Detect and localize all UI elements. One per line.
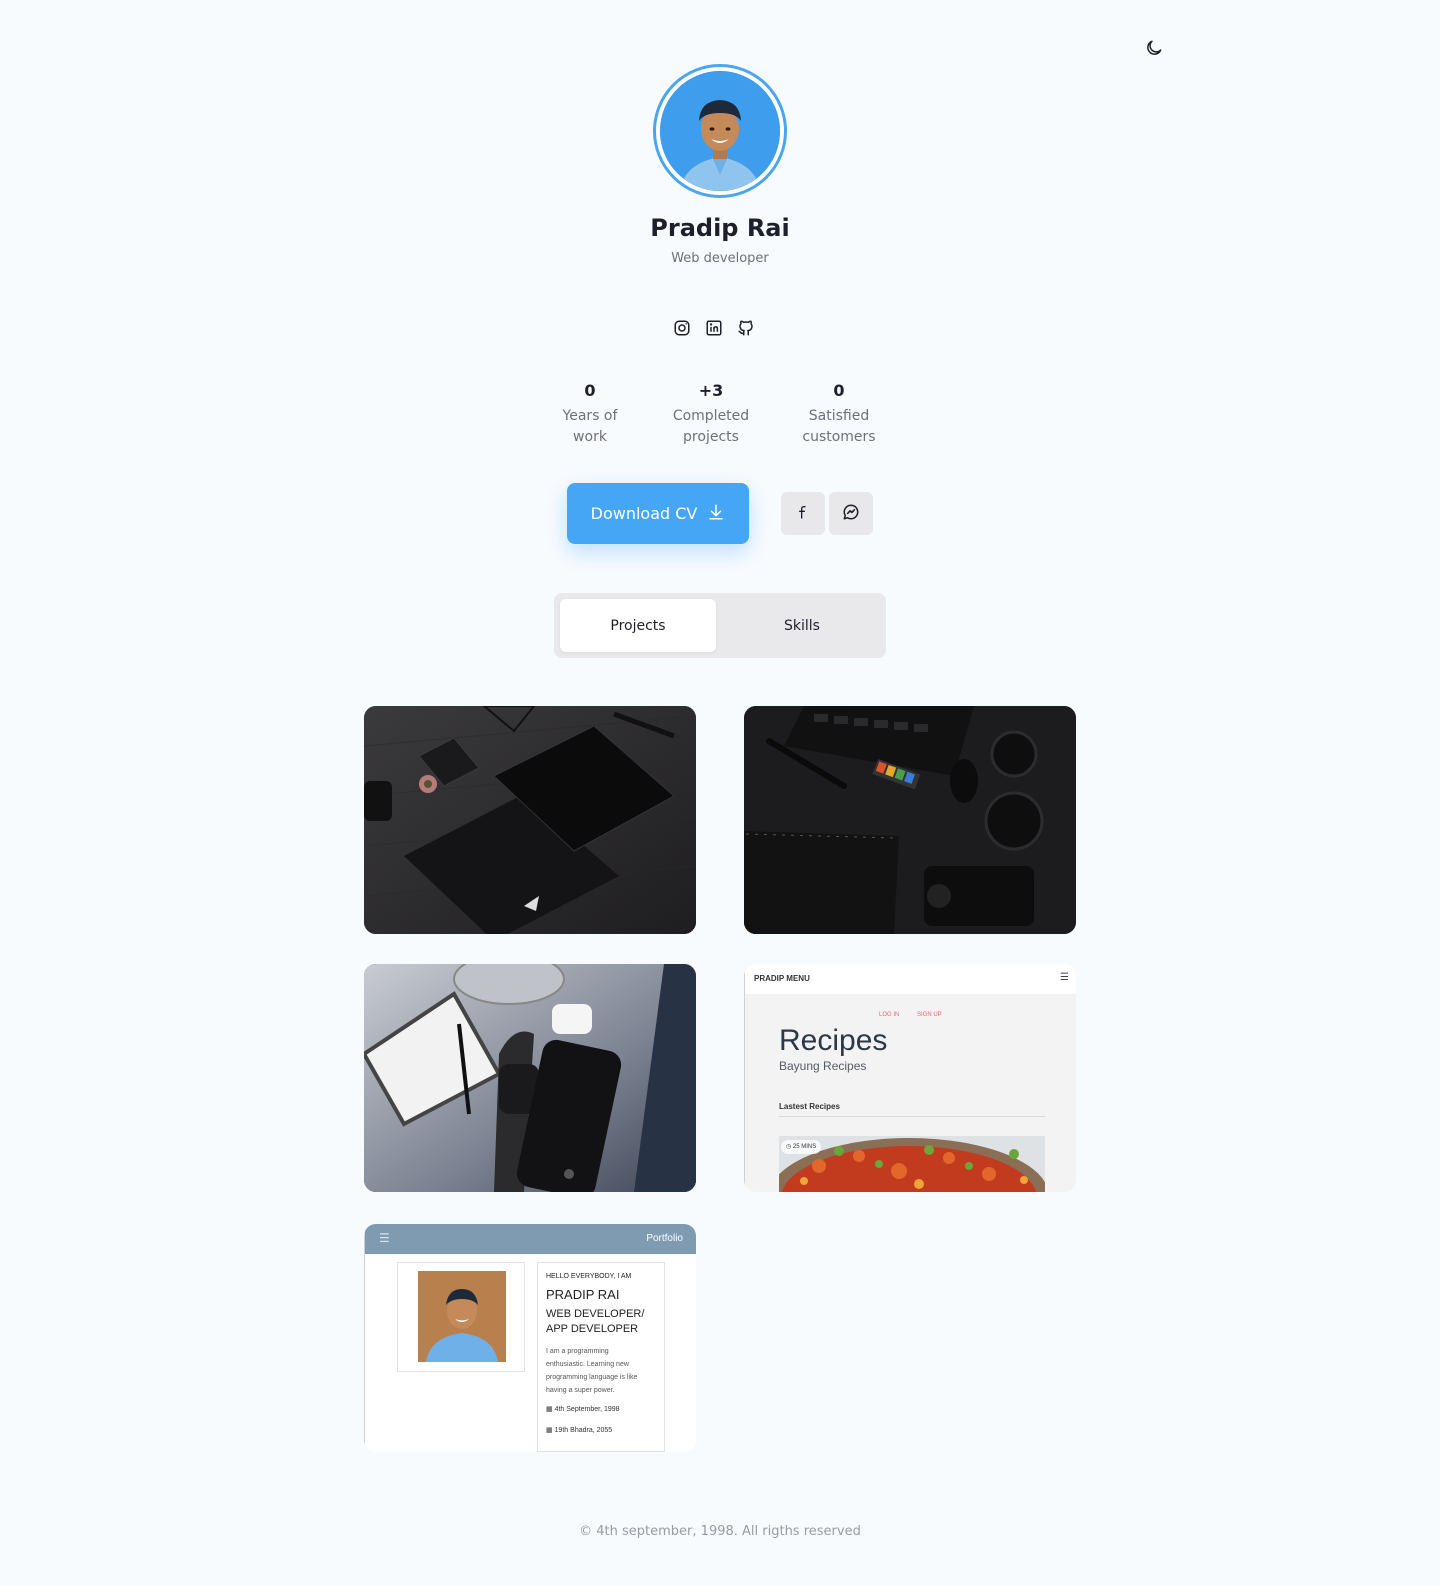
stat-value: +3 bbox=[698, 381, 724, 400]
stat-value: 0 bbox=[833, 381, 845, 400]
recipes-title: Recipes bbox=[779, 1024, 888, 1057]
recipes-subtitle: Bayung Recipes bbox=[779, 1059, 867, 1073]
portfolio-preview: ☰ Portfolio HELLO EVERYBODY, I AM PRADIP… bbox=[364, 1224, 696, 1452]
portfolio-bio-line: having a super power. bbox=[546, 1387, 615, 1394]
portfolio-date-text: 19th Bhadra, 2055 bbox=[554, 1427, 613, 1434]
facebook-icon bbox=[795, 504, 811, 524]
stat-label-line: Completed bbox=[672, 408, 750, 424]
project-image-devices bbox=[364, 706, 696, 934]
portfolio-intro-card: HELLO EVERYBODY, I AM PRADIP RAI WEB DEV… bbox=[537, 1262, 665, 1452]
download-cv-label: Download CV bbox=[590, 504, 698, 523]
project-image-workspace bbox=[744, 706, 1076, 934]
portfolio-bio: I am a programming enthusiastic. Learnin… bbox=[546, 1345, 637, 1397]
profile-role: Web developer bbox=[671, 251, 769, 266]
stat-label: Completed projects bbox=[656, 406, 766, 448]
tab-projects[interactable]: Projects bbox=[560, 599, 716, 652]
portfolio-date: ▦ 4th September, 1998 bbox=[546, 1405, 620, 1413]
messenger-button[interactable] bbox=[829, 492, 873, 535]
project-card[interactable] bbox=[364, 964, 696, 1192]
tab-switcher: Projects Skills bbox=[554, 593, 886, 658]
stat-label: Satisfied customers bbox=[784, 406, 894, 448]
recipes-time-label: 25 MINS bbox=[792, 1144, 817, 1150]
download-icon bbox=[707, 503, 725, 525]
stat-years: 0 Years of work bbox=[535, 380, 645, 448]
avatar bbox=[653, 64, 787, 198]
stat-label-line: Years of bbox=[562, 408, 618, 424]
stat-label: Years of work bbox=[535, 406, 645, 448]
download-cv-button[interactable]: Download CV bbox=[567, 483, 749, 544]
recipes-preview: PRADIP MENU ☰ LOG IN SIGN UP Recipes Bay… bbox=[744, 964, 1076, 1192]
stat-label-line: Satisfied bbox=[808, 408, 870, 424]
recipes-food-image: ◷ 25 MINS bbox=[779, 1136, 1045, 1192]
project-card[interactable]: ☰ Portfolio HELLO EVERYBODY, I AM PRADIP… bbox=[364, 1224, 696, 1452]
portfolio-photo bbox=[418, 1271, 506, 1362]
menu-icon: ☰ bbox=[1060, 972, 1069, 983]
instagram-icon[interactable] bbox=[672, 318, 692, 338]
linkedin-icon[interactable] bbox=[704, 318, 724, 338]
portfolio-greeting: HELLO EVERYBODY, I AM bbox=[546, 1273, 632, 1280]
portfolio-photo-card bbox=[397, 1262, 525, 1372]
profile-page: Pradip Rai Web developer 0 Years of work… bbox=[0, 0, 1440, 1586]
menu-icon: ☰ bbox=[379, 1231, 390, 1245]
avatar-photo bbox=[660, 71, 780, 191]
stat-value: 0 bbox=[584, 381, 596, 400]
portfolio-bio-line: enthusiastic. Learning new bbox=[546, 1361, 629, 1368]
recipes-time-badge: ◷ 25 MINS bbox=[781, 1140, 822, 1154]
footer-copyright: © 4th september, 1998. All rigths reserv… bbox=[579, 1524, 861, 1539]
tab-skills[interactable]: Skills bbox=[724, 599, 880, 652]
project-card[interactable] bbox=[744, 706, 1076, 934]
stat-label-line: work bbox=[573, 429, 607, 445]
github-icon[interactable] bbox=[736, 318, 756, 338]
portfolio-role-line: APP DEVELOPER bbox=[546, 1323, 639, 1335]
portfolio-date-text: 4th September, 1998 bbox=[554, 1406, 620, 1413]
recipes-section-title: Lastest Recipes bbox=[779, 1102, 840, 1111]
recipes-signup-link: SIGN UP bbox=[917, 1012, 942, 1018]
portfolio-bio-line: I am a programming bbox=[546, 1348, 609, 1355]
portfolio-nav-title: Portfolio bbox=[646, 1233, 683, 1244]
recipes-brand: PRADIP MENU bbox=[754, 974, 810, 983]
clock-icon: ◷ bbox=[786, 1144, 792, 1150]
calendar-icon: ▦ bbox=[546, 1427, 553, 1434]
project-card[interactable] bbox=[364, 706, 696, 934]
stat-label-line: customers bbox=[802, 429, 876, 445]
project-image-phone-watch bbox=[364, 964, 696, 1192]
portfolio-bio-line: programming language is like bbox=[546, 1374, 638, 1381]
social-links bbox=[672, 318, 756, 338]
calendar-icon: ▦ bbox=[546, 1406, 553, 1413]
project-card[interactable]: PRADIP MENU ☰ LOG IN SIGN UP Recipes Bay… bbox=[744, 964, 1076, 1192]
messenger-icon bbox=[842, 503, 860, 525]
stat-label-line: projects bbox=[683, 429, 739, 445]
profile-name: Pradip Rai bbox=[650, 214, 790, 242]
portfolio-name: PRADIP RAI bbox=[546, 1287, 620, 1302]
stat-customers: 0 Satisfied customers bbox=[784, 380, 894, 448]
portfolio-navbar: ☰ Portfolio bbox=[365, 1224, 696, 1254]
recipes-login-link: LOG IN bbox=[879, 1012, 900, 1018]
theme-toggle-button[interactable] bbox=[1142, 38, 1166, 62]
recipes-divider bbox=[779, 1116, 1045, 1117]
moon-icon bbox=[1144, 38, 1164, 62]
facebook-button[interactable] bbox=[781, 492, 825, 535]
portfolio-date: ▦ 19th Bhadra, 2055 bbox=[546, 1426, 612, 1434]
portfolio-role-line: WEB DEVELOPER/ bbox=[546, 1308, 645, 1320]
recipes-navbar: PRADIP MENU ☰ bbox=[745, 964, 1076, 994]
stat-projects: +3 Completed projects bbox=[656, 380, 766, 448]
